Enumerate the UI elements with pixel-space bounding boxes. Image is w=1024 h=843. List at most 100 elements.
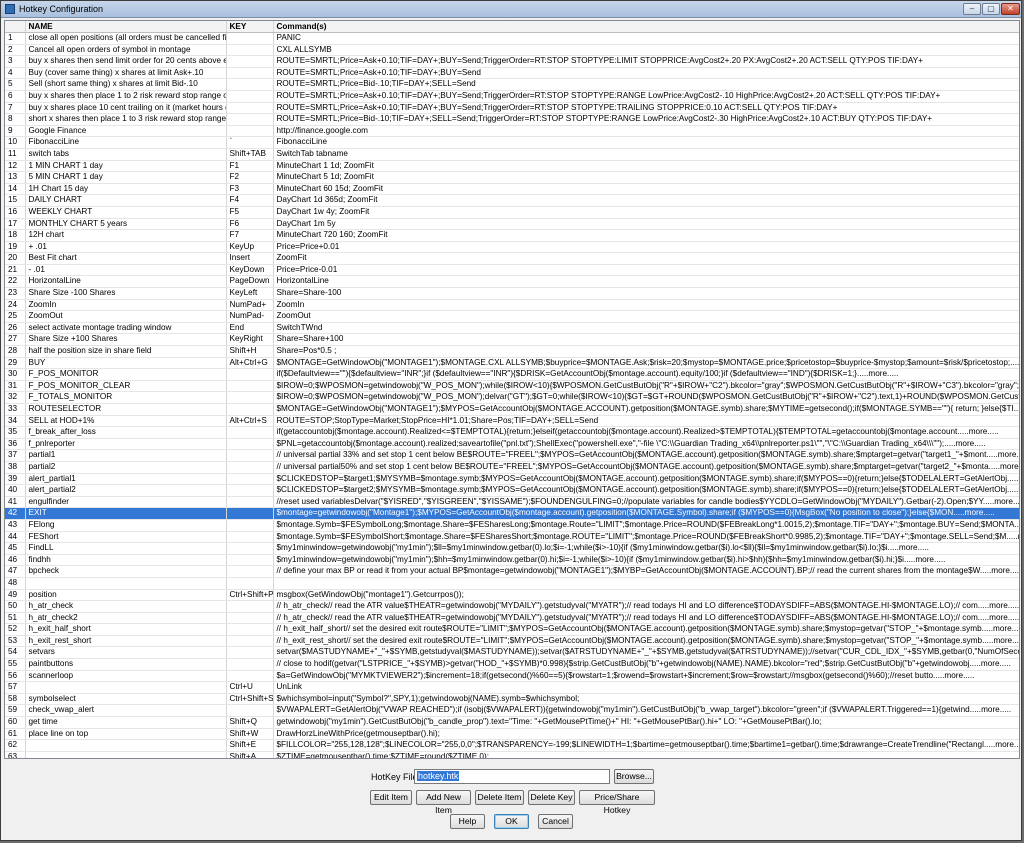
hotkey-key-cell[interactable]: Shift+A <box>226 751 274 758</box>
hotkey-command-cell[interactable]: $FILLCOLOR="255,128,128";$LINECOLOR="255… <box>273 739 1019 752</box>
hotkey-key-cell[interactable] <box>226 577 274 590</box>
hotkey-name-cell[interactable]: engulfinder <box>25 496 227 509</box>
hotkey-command-cell[interactable]: msgbox(GetWindowObj("montage1").Getcurrp… <box>273 589 1019 602</box>
hotkey-key-cell[interactable] <box>226 531 274 544</box>
hotkey-key-cell[interactable] <box>226 507 274 520</box>
hotkey-key-cell[interactable]: F1 <box>226 160 274 173</box>
hotkey-name-cell[interactable]: Share Size +100 Shares <box>25 333 227 347</box>
hotkey-name-cell[interactable]: f_break_after_loss <box>25 426 227 439</box>
hotkey-command-cell[interactable]: $whichsymbol=input("Symbol?",SPY,1);getw… <box>273 693 1019 706</box>
table-row[interactable]: 44 FEShort $montage.Symb=$FESymbolShort;$m… <box>5 531 1019 544</box>
table-row[interactable]: 11 switch tabs Shift+TAB SwitchTab tabname <box>5 148 1019 161</box>
table-row[interactable]: 39 alert_partial1 $CLICKEDSTOP=$target1;$M… <box>5 473 1019 486</box>
table-row[interactable]: 24 ZoomIn NumPad+ ZoomIn <box>5 299 1019 312</box>
hotkey-command-cell[interactable]: ROUTE=SMRTL;Price=Bid-.10;TIF=DAY+;SELL=… <box>273 113 1019 126</box>
hotkey-command-cell[interactable]: Share=Pos*0.5 ; <box>273 345 1019 358</box>
table-row[interactable]: 55 paintbuttons // close to hodif(getvar("… <box>5 658 1019 671</box>
hotkey-command-cell[interactable]: ZoomIn <box>273 299 1019 312</box>
hotkey-key-cell[interactable] <box>226 519 274 532</box>
hotkey-command-cell[interactable]: $montage=getwindowobj("Montage1");$MYPOS… <box>273 507 1019 520</box>
hotkey-name-cell[interactable]: MONTHLY CHART 5 years <box>25 218 227 231</box>
hotkey-key-cell[interactable]: NumPad- <box>226 310 274 323</box>
hotkey-key-cell[interactable] <box>226 90 274 103</box>
hotkey-key-cell[interactable] <box>226 635 274 648</box>
hotkey-command-cell[interactable]: SwitchTWnd <box>273 322 1019 335</box>
table-row[interactable]: 47 bpcheck // define your max BP or read i… <box>5 565 1019 578</box>
hotkey-key-cell[interactable]: Ctrl+Shift+S <box>226 693 274 706</box>
hotkey-key-cell[interactable] <box>226 125 274 138</box>
hotkey-key-cell[interactable]: Shift+H <box>226 345 274 358</box>
table-row[interactable]: 34 SELL at HOD+1% Alt+Ctrl+S ROUTE=STOP;Sto… <box>5 415 1019 428</box>
table-row[interactable]: 58 symbolselect Ctrl+Shift+S $whichsymbol=i… <box>5 693 1019 706</box>
table-row[interactable]: 29 BUY Alt+Ctrl+G $MONTAGE=GetWindowObj("MO… <box>5 357 1019 370</box>
hotkey-name-cell[interactable]: check_vwap_alert <box>25 704 227 718</box>
hotkey-key-cell[interactable] <box>226 554 274 567</box>
table-row[interactable]: 31 F_POS_MONITOR_CLEAR $IROW=0;$WPOSMON=ge… <box>5 380 1019 393</box>
table-row[interactable]: 26 select activate montage trading window… <box>5 322 1019 335</box>
hotkey-key-cell[interactable]: Ctrl+U <box>226 681 274 694</box>
table-row[interactable]: 43 FElong $montage.Symb=$FESymbolLong;$mon… <box>5 519 1019 532</box>
hotkey-command-cell[interactable]: $my1minwindow=getwindowobj("my1min");$hh… <box>273 554 1019 567</box>
table-row[interactable]: 16 WEEKLY CHART F5 DayChart 1w 4y; ZoomFit <box>5 206 1019 219</box>
hotkey-name-cell[interactable]: paintbuttons <box>25 658 227 671</box>
hotkey-command-cell[interactable]: MinuteChart 5 1d; ZoomFit <box>273 171 1019 184</box>
hotkey-name-cell[interactable]: EXIT <box>25 507 227 520</box>
table-row[interactable]: 33 ROUTESELECTOR $MONTAGE=GetWindowObj("MO… <box>5 403 1019 416</box>
name-column-header[interactable]: NAME <box>25 21 227 33</box>
hotkey-name-cell[interactable]: position <box>25 589 227 602</box>
hotkey-key-cell[interactable] <box>226 438 274 451</box>
hotkey-key-cell[interactable] <box>226 670 274 683</box>
hotkey-name-cell[interactable]: h_exit_half_short <box>25 623 227 636</box>
hotkey-key-cell[interactable]: F7 <box>226 229 274 242</box>
hotkey-name-cell[interactable]: scannerloop <box>25 670 227 683</box>
hotkey-key-cell[interactable] <box>226 67 274 80</box>
table-row[interactable]: 57 Ctrl+U UnLink <box>5 681 1019 694</box>
hotkey-command-cell[interactable]: DayChart 1w 4y; ZoomFit <box>273 206 1019 219</box>
table-row[interactable]: 8 short x shares then place 1 to 3 risk r… <box>5 113 1019 126</box>
hotkey-name-cell[interactable]: F_TOTALS_MONITOR <box>25 391 227 404</box>
hotkey-name-cell[interactable]: findhh <box>25 554 227 567</box>
hotkey-key-cell[interactable] <box>226 426 274 439</box>
title-bar[interactable]: Hotkey Configuration ‒ ▢ ✕ <box>1 1 1021 18</box>
hotkey-key-cell[interactable]: KeyUp <box>226 241 274 254</box>
hotkey-name-cell[interactable] <box>25 577 227 590</box>
table-row[interactable]: 54 setvars setvar($MASTUDYNAME+"_"+$SYMB,g… <box>5 646 1019 660</box>
hotkey-command-cell[interactable]: $CLICKEDSTOP=$target1;$MYSYMB=$montage.s… <box>273 473 1019 486</box>
hotkey-name-cell[interactable]: F_POS_MONITOR_CLEAR <box>25 380 227 393</box>
hotkey-command-cell[interactable]: $MONTAGE=GetWindowObj("MONTAGE1");$MONTA… <box>273 357 1019 370</box>
hotkey-command-cell[interactable]: if(getaccountobj($montage.account).Reali… <box>273 426 1019 439</box>
hotkey-command-cell[interactable]: ROUTE=SMRTL;Price=Ask+0.10;TIF=DAY+;BUY=… <box>273 67 1019 80</box>
hotkey-command-cell[interactable]: $a=GetWindowObj("MYMKTVIEWER2");$increme… <box>273 670 1019 683</box>
hotkey-command-cell[interactable]: $my1minwindow=getwindowobj("my1min");$ll… <box>273 542 1019 555</box>
table-row[interactable]: 42 EXIT $montage=getwindowobj("Montage1");… <box>5 507 1019 520</box>
hotkey-name-cell[interactable]: get time <box>25 716 227 729</box>
hotkey-name-cell[interactable]: Best Fit chart <box>25 252 227 265</box>
hotkey-command-cell[interactable] <box>273 577 1019 590</box>
hotkey-command-cell[interactable]: // define your max BP or read it from yo… <box>273 565 1019 578</box>
hotkey-command-cell[interactable]: $CLICKEDSTOP=$target2;$MYSYMB=$montage.s… <box>273 484 1019 497</box>
hotkey-command-cell[interactable]: // h_atr_check// read the ATR value$THEA… <box>273 612 1019 625</box>
hotkey-key-cell[interactable] <box>226 44 274 57</box>
hotkey-key-cell[interactable]: F6 <box>226 218 274 231</box>
hotkey-command-cell[interactable]: FibonacciLine <box>273 136 1019 149</box>
table-row[interactable]: 36 f_pnlreporter $PNL=getaccountobj($monta… <box>5 438 1019 451</box>
hotkey-command-cell[interactable]: MinuteChart 720 160; ZoomFit <box>273 229 1019 242</box>
hotkey-name-cell[interactable]: WEEKLY CHART <box>25 206 227 219</box>
add-new-item-button[interactable]: Add New Item <box>416 790 471 815</box>
table-row[interactable]: 15 DAILY CHART F4 DayChart 1d 365d; ZoomFit <box>5 194 1019 207</box>
hotkey-name-cell[interactable]: SELL at HOD+1% <box>25 415 227 428</box>
hotkey-key-cell[interactable] <box>226 612 274 625</box>
hotkey-command-cell[interactable]: $montage.Symb=$FESymbolLong;$montage.Sha… <box>273 519 1019 532</box>
hotkey-key-cell[interactable]: F5 <box>226 206 274 219</box>
hotkey-command-cell[interactable]: ROUTE=SMRTL;Price=Ask+0.10;TIF=DAY+;BUY=… <box>273 102 1019 115</box>
hotkey-key-cell[interactable] <box>226 496 274 509</box>
hotkey-name-cell[interactable]: - .01 <box>25 264 227 277</box>
hotkey-name-cell[interactable]: FElong <box>25 519 227 532</box>
hotkey-name-cell[interactable]: DAILY CHART <box>25 194 227 207</box>
hotkey-command-cell[interactable]: $IROW=0;$WPOSMON=getwindowobj("W_POS_MON… <box>273 391 1019 404</box>
hotkey-key-cell[interactable] <box>226 78 274 91</box>
table-row[interactable]: 32 F_TOTALS_MONITOR $IROW=0;$WPOSMON=getwi… <box>5 391 1019 404</box>
table-row[interactable]: 6 buy x shares then place 1 to 2 risk rew… <box>5 90 1019 103</box>
table-row[interactable]: 45 FindLL $my1minwindow=getwindowobj("my1m… <box>5 542 1019 555</box>
hotkey-name-cell[interactable]: partial2 <box>25 461 227 474</box>
